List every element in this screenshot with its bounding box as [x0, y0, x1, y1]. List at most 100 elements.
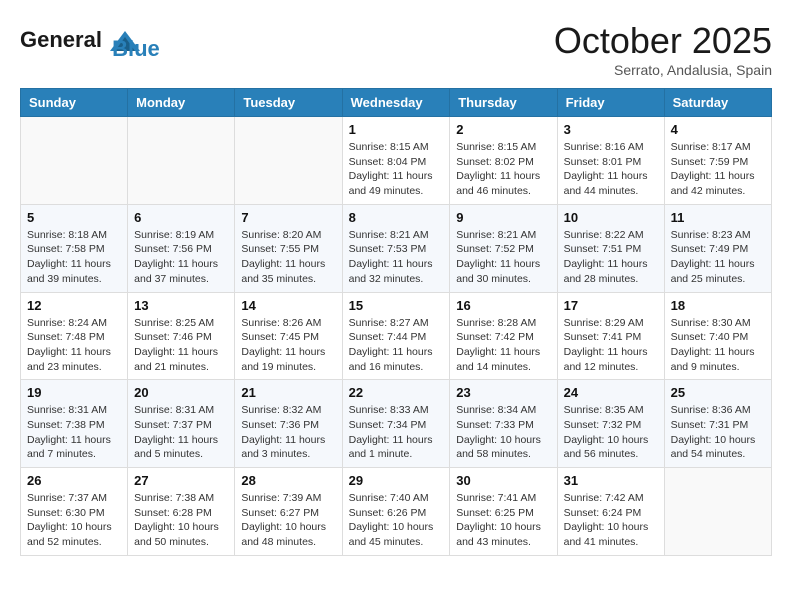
day-info: Sunrise: 8:18 AMSunset: 7:58 PMDaylight:… — [27, 228, 121, 287]
day-number: 3 — [564, 122, 658, 137]
day-number: 15 — [349, 298, 444, 313]
calendar-week-2: 5 Sunrise: 8:18 AMSunset: 7:58 PMDaylight… — [21, 204, 772, 292]
day-info: Sunrise: 8:28 AMSunset: 7:42 PMDaylight:… — [456, 316, 550, 375]
day-info: Sunrise: 7:41 AMSunset: 6:25 PMDaylight:… — [456, 491, 550, 550]
day-number: 31 — [564, 473, 658, 488]
calendar-cell: 4 Sunrise: 8:17 AMSunset: 7:59 PMDaylight… — [664, 117, 771, 205]
day-info: Sunrise: 8:23 AMSunset: 7:49 PMDaylight:… — [671, 228, 765, 287]
calendar-cell: 8 Sunrise: 8:21 AMSunset: 7:53 PMDaylight… — [342, 204, 450, 292]
calendar-cell: 21 Sunrise: 8:32 AMSunset: 7:36 PMDayligh… — [235, 380, 342, 468]
logo: General Blue — [20, 20, 160, 62]
day-info: Sunrise: 8:27 AMSunset: 7:44 PMDaylight:… — [349, 316, 444, 375]
day-info: Sunrise: 8:33 AMSunset: 7:34 PMDaylight:… — [349, 403, 444, 462]
day-number: 16 — [456, 298, 550, 313]
day-number: 10 — [564, 210, 658, 225]
calendar-cell — [21, 117, 128, 205]
day-info: Sunrise: 8:17 AMSunset: 7:59 PMDaylight:… — [671, 140, 765, 199]
day-number: 21 — [241, 385, 335, 400]
calendar-cell: 23 Sunrise: 8:34 AMSunset: 7:33 PMDayligh… — [450, 380, 557, 468]
day-number: 1 — [349, 122, 444, 137]
day-info: Sunrise: 8:15 AMSunset: 8:02 PMDaylight:… — [456, 140, 550, 199]
day-info: Sunrise: 7:37 AMSunset: 6:30 PMDaylight:… — [27, 491, 121, 550]
day-number: 14 — [241, 298, 335, 313]
title-area: October 2025 Serrato, Andalusia, Spain — [554, 20, 772, 78]
day-number: 9 — [456, 210, 550, 225]
day-info: Sunrise: 7:40 AMSunset: 6:26 PMDaylight:… — [349, 491, 444, 550]
calendar-cell: 7 Sunrise: 8:20 AMSunset: 7:55 PMDaylight… — [235, 204, 342, 292]
day-info: Sunrise: 8:35 AMSunset: 7:32 PMDaylight:… — [564, 403, 658, 462]
day-info: Sunrise: 7:39 AMSunset: 6:27 PMDaylight:… — [241, 491, 335, 550]
day-number: 2 — [456, 122, 550, 137]
day-info: Sunrise: 8:21 AMSunset: 7:53 PMDaylight:… — [349, 228, 444, 287]
col-friday: Friday — [557, 89, 664, 117]
calendar-cell: 13 Sunrise: 8:25 AMSunset: 7:46 PMDayligh… — [128, 292, 235, 380]
calendar-cell: 10 Sunrise: 8:22 AMSunset: 7:51 PMDayligh… — [557, 204, 664, 292]
day-number: 5 — [27, 210, 121, 225]
month-title: October 2025 — [554, 20, 772, 62]
calendar-cell: 24 Sunrise: 8:35 AMSunset: 7:32 PMDayligh… — [557, 380, 664, 468]
calendar-week-3: 12Sunrise: 8:24 AMSunset: 7:48 PMDayligh… — [21, 292, 772, 380]
logo-text-general: General — [20, 27, 102, 52]
day-info: Sunrise: 8:25 AMSunset: 7:46 PMDaylight:… — [134, 316, 228, 375]
col-saturday: Saturday — [664, 89, 771, 117]
day-info: Sunrise: 8:32 AMSunset: 7:36 PMDaylight:… — [241, 403, 335, 462]
day-info: Sunrise: 8:34 AMSunset: 7:33 PMDaylight:… — [456, 403, 550, 462]
calendar-cell: 28 Sunrise: 7:39 AMSunset: 6:27 PMDayligh… — [235, 468, 342, 556]
calendar-cell: 6 Sunrise: 8:19 AMSunset: 7:56 PMDaylight… — [128, 204, 235, 292]
calendar-cell: 5 Sunrise: 8:18 AMSunset: 7:58 PMDaylight… — [21, 204, 128, 292]
day-info: Sunrise: 8:24 AMSunset: 7:48 PMDaylight:… — [27, 316, 121, 375]
location: Serrato, Andalusia, Spain — [554, 62, 772, 78]
day-number: 17 — [564, 298, 658, 313]
calendar-table: Sunday Monday Tuesday Wednesday Thursday… — [20, 88, 772, 556]
day-info: Sunrise: 8:19 AMSunset: 7:56 PMDaylight:… — [134, 228, 228, 287]
day-number: 13 — [134, 298, 228, 313]
day-number: 4 — [671, 122, 765, 137]
day-number: 29 — [349, 473, 444, 488]
col-tuesday: Tuesday — [235, 89, 342, 117]
day-number: 30 — [456, 473, 550, 488]
col-thursday: Thursday — [450, 89, 557, 117]
calendar-cell: 31 Sunrise: 7:42 AMSunset: 6:24 PMDayligh… — [557, 468, 664, 556]
day-info: Sunrise: 8:29 AMSunset: 7:41 PMDaylight:… — [564, 316, 658, 375]
day-info: Sunrise: 8:20 AMSunset: 7:55 PMDaylight:… — [241, 228, 335, 287]
calendar-cell — [235, 117, 342, 205]
calendar-cell: 22Sunrise: 8:33 AMSunset: 7:34 PMDayligh… — [342, 380, 450, 468]
day-number: 24 — [564, 385, 658, 400]
calendar-cell: 27 Sunrise: 7:38 AMSunset: 6:28 PMDayligh… — [128, 468, 235, 556]
day-number: 11 — [671, 210, 765, 225]
day-number: 25 — [671, 385, 765, 400]
calendar-cell: 9Sunrise: 8:21 AMSunset: 7:52 PMDaylight… — [450, 204, 557, 292]
day-number: 28 — [241, 473, 335, 488]
calendar-cell: 26Sunrise: 7:37 AMSunset: 6:30 PMDayligh… — [21, 468, 128, 556]
col-monday: Monday — [128, 89, 235, 117]
calendar-cell: 30 Sunrise: 7:41 AMSunset: 6:25 PMDayligh… — [450, 468, 557, 556]
calendar-cell — [128, 117, 235, 205]
day-number: 20 — [134, 385, 228, 400]
day-number: 7 — [241, 210, 335, 225]
day-info: Sunrise: 7:42 AMSunset: 6:24 PMDaylight:… — [564, 491, 658, 550]
day-info: Sunrise: 8:15 AMSunset: 8:04 PMDaylight:… — [349, 140, 444, 199]
day-number: 6 — [134, 210, 228, 225]
calendar-cell: 11 Sunrise: 8:23 AMSunset: 7:49 PMDayligh… — [664, 204, 771, 292]
day-number: 19 — [27, 385, 121, 400]
calendar-cell: 12Sunrise: 8:24 AMSunset: 7:48 PMDayligh… — [21, 292, 128, 380]
day-number: 23 — [456, 385, 550, 400]
day-number: 27 — [134, 473, 228, 488]
day-info: Sunrise: 8:22 AMSunset: 7:51 PMDaylight:… — [564, 228, 658, 287]
calendar-cell — [664, 468, 771, 556]
day-info: Sunrise: 8:26 AMSunset: 7:45 PMDaylight:… — [241, 316, 335, 375]
page-header: General Blue October 2025 Serrato, Andal… — [20, 20, 772, 78]
logo-text-blue: Blue — [112, 18, 160, 62]
day-info: Sunrise: 8:30 AMSunset: 7:40 PMDaylight:… — [671, 316, 765, 375]
day-number: 8 — [349, 210, 444, 225]
day-info: Sunrise: 8:31 AMSunset: 7:37 PMDaylight:… — [134, 403, 228, 462]
calendar-cell: 3 Sunrise: 8:16 AMSunset: 8:01 PMDaylight… — [557, 117, 664, 205]
day-info: Sunrise: 8:16 AMSunset: 8:01 PMDaylight:… — [564, 140, 658, 199]
col-sunday: Sunday — [21, 89, 128, 117]
calendar-cell: 19Sunrise: 8:31 AMSunset: 7:38 PMDayligh… — [21, 380, 128, 468]
calendar-cell: 18Sunrise: 8:30 AMSunset: 7:40 PMDayligh… — [664, 292, 771, 380]
calendar-cell: 25Sunrise: 8:36 AMSunset: 7:31 PMDayligh… — [664, 380, 771, 468]
calendar-cell: 2 Sunrise: 8:15 AMSunset: 8:02 PMDaylight… — [450, 117, 557, 205]
day-info: Sunrise: 7:38 AMSunset: 6:28 PMDaylight:… — [134, 491, 228, 550]
calendar-cell: 17 Sunrise: 8:29 AMSunset: 7:41 PMDayligh… — [557, 292, 664, 380]
